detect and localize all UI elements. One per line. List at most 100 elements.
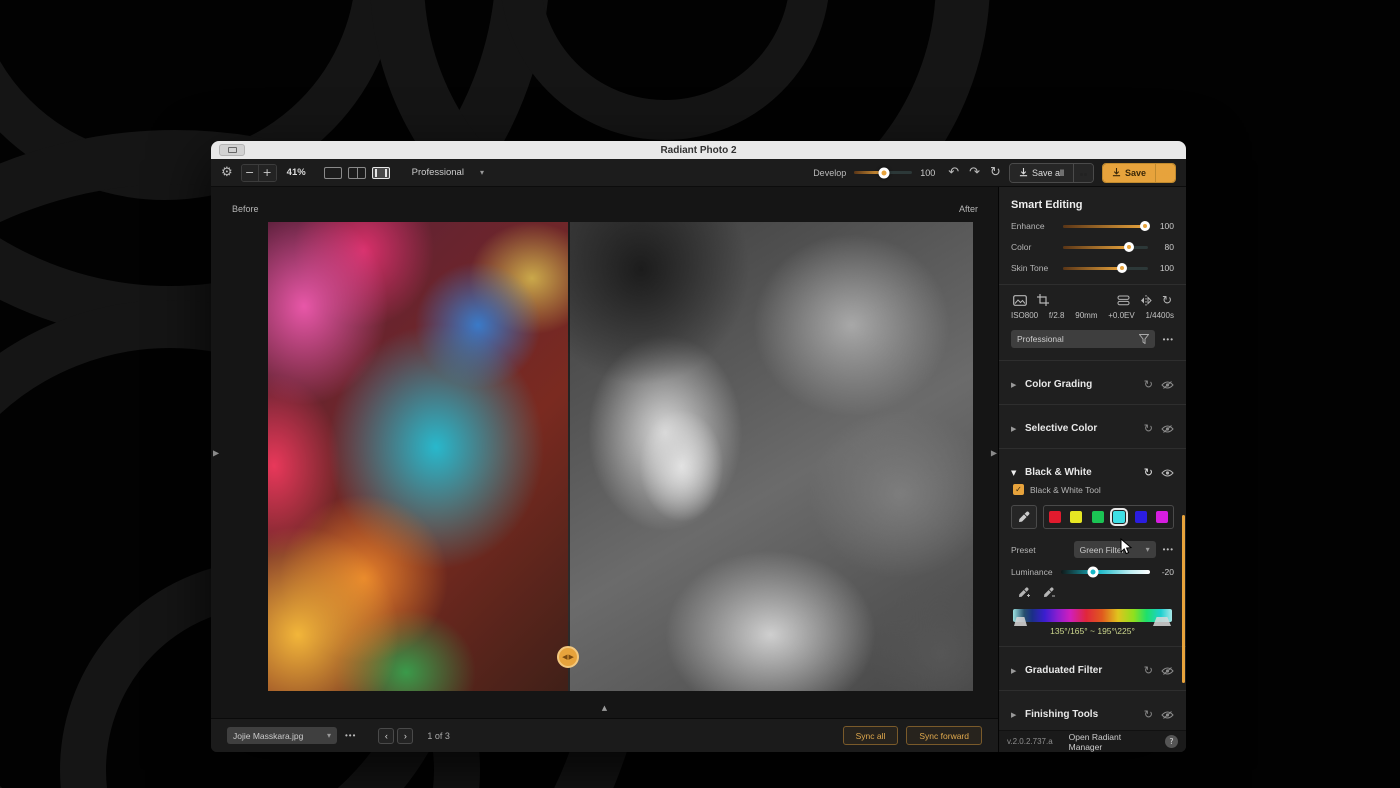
- split-view-icon[interactable]: [348, 167, 366, 179]
- reset-all-icon[interactable]: ↻: [990, 165, 1001, 180]
- preset-more-icon[interactable]: •••: [1163, 335, 1174, 344]
- save-options-icon[interactable]: [1155, 164, 1175, 182]
- flip-icon[interactable]: [1140, 295, 1152, 306]
- section-reset-icon[interactable]: ↻: [1144, 467, 1153, 478]
- develop-slider-label: Develop: [813, 168, 846, 178]
- enhance-value: 100: [1148, 221, 1174, 231]
- hue-range-bar[interactable]: [1013, 609, 1172, 622]
- rotate-icon[interactable]: ↻: [1162, 293, 1172, 307]
- bw-luminance-row: Luminance -20: [1011, 567, 1174, 577]
- section-selective-color[interactable]: ▶ Selective Color ↻: [1011, 413, 1174, 444]
- visibility-eye-off-icon[interactable]: [1161, 666, 1174, 676]
- preset-filter-select[interactable]: Professional: [1011, 330, 1155, 348]
- bw-tool-checkbox[interactable]: ✓: [1013, 484, 1024, 495]
- develop-slider-thumb[interactable]: [879, 167, 890, 178]
- save-all-label: Save all: [1032, 168, 1064, 178]
- mode-select[interactable]: Professional ▾: [412, 167, 484, 178]
- swatch-blue[interactable]: [1135, 511, 1147, 523]
- section-finishing-tools[interactable]: ▶ Finishing Tools ↻: [1011, 699, 1174, 730]
- save-button[interactable]: Save: [1103, 164, 1155, 182]
- chevron-down-icon: ▾: [480, 168, 484, 177]
- image-viewport: Before After ◀ ▶ ▶ ▶ ▲: [211, 187, 998, 718]
- window-control-button[interactable]: [219, 144, 245, 156]
- sync-all-button[interactable]: Sync all: [843, 726, 899, 745]
- visibility-eye-off-icon[interactable]: [1161, 424, 1174, 434]
- chevron-down-icon: ▾: [327, 731, 331, 740]
- slider-thumb[interactable]: [1124, 242, 1134, 252]
- skin-tone-label: Skin Tone: [1011, 263, 1063, 273]
- open-radiant-manager-link[interactable]: Open Radiant Manager: [1069, 732, 1157, 752]
- visibility-eye-off-icon[interactable]: [1161, 710, 1174, 720]
- swatch-yellow[interactable]: [1070, 511, 1082, 523]
- skin-tone-value: 100: [1148, 263, 1174, 273]
- section-reset-icon[interactable]: ↻: [1144, 665, 1153, 676]
- photo-canvas[interactable]: ◀ ▶: [268, 222, 973, 691]
- slider-fill: [1063, 225, 1145, 228]
- visibility-eye-icon[interactable]: [1161, 468, 1174, 478]
- bw-preset-more-icon[interactable]: •••: [1163, 545, 1174, 554]
- bw-swatch-row: [1011, 505, 1174, 529]
- section-graduated-filter[interactable]: ▶ Graduated Filter ↻: [1011, 655, 1174, 686]
- chevron-down-icon: ▾: [1146, 545, 1150, 554]
- file-name: Jojie Masskara.jpg: [233, 731, 303, 741]
- color-slider[interactable]: [1063, 246, 1148, 249]
- zoom-out-button[interactable]: −: [242, 165, 259, 181]
- zoom-in-button[interactable]: +: [259, 165, 276, 181]
- filmstrip-toggle-icon[interactable]: ▲: [602, 704, 607, 712]
- save-all-options-icon[interactable]: [1073, 164, 1093, 182]
- slider-thumb[interactable]: [1140, 221, 1150, 231]
- luminance-slider[interactable]: [1061, 570, 1150, 574]
- luminance-thumb[interactable]: [1088, 567, 1099, 578]
- section-black-white[interactable]: ▼ Black & White ↻: [1011, 457, 1174, 484]
- develop-slider[interactable]: [854, 171, 912, 174]
- swatch-magenta[interactable]: [1156, 511, 1168, 523]
- hue-range-caption: 135°/165° ~ 195°\225°: [1011, 626, 1174, 636]
- section-reset-icon[interactable]: ↻: [1144, 709, 1153, 720]
- compare-split-line: [568, 222, 570, 691]
- eyedropper-button[interactable]: [1011, 505, 1037, 529]
- slider-thumb[interactable]: [1117, 263, 1127, 273]
- download-icon: [1019, 168, 1028, 177]
- eyedropper-plus-icon[interactable]: [1017, 586, 1030, 599]
- chevron-right-icon: ▶: [1011, 425, 1025, 433]
- visibility-eye-off-icon[interactable]: [1161, 380, 1174, 390]
- compare-split-handle[interactable]: ◀ ▶: [557, 646, 579, 668]
- file-more-icon[interactable]: •••: [345, 731, 356, 740]
- image-icon[interactable]: [1013, 295, 1027, 306]
- settings-gear-icon[interactable]: ⚙: [221, 166, 233, 179]
- previous-image-button[interactable]: ‹: [378, 728, 394, 744]
- redo-icon[interactable]: ↷: [969, 165, 980, 180]
- edit-panel: Smart Editing Enhance 100 Color 80: [999, 187, 1186, 752]
- eyedropper-minus-icon[interactable]: [1042, 586, 1055, 599]
- undo-icon[interactable]: ↶: [948, 165, 959, 180]
- section-reset-icon[interactable]: ↻: [1144, 423, 1153, 434]
- sync-forward-button[interactable]: Sync forward: [906, 726, 982, 745]
- section-color-grading[interactable]: ▶ Color Grading ↻: [1011, 369, 1174, 400]
- skin-tone-slider[interactable]: [1063, 267, 1148, 270]
- help-icon[interactable]: ?: [1165, 735, 1178, 748]
- next-image-button[interactable]: ›: [397, 728, 413, 744]
- file-nav: ‹ ›: [378, 728, 413, 744]
- swatch-cyan-selected[interactable]: [1113, 511, 1125, 523]
- mode-select-value: Professional: [412, 167, 464, 178]
- bw-preset-select[interactable]: Green Filter ▾: [1074, 541, 1156, 558]
- hue-dropper-row: [1017, 586, 1174, 599]
- compare-view-icon[interactable]: [372, 167, 390, 179]
- slider-row: Enhance 100: [1011, 221, 1174, 231]
- version-text: v.2.0.2.737.a: [1007, 737, 1053, 746]
- swatch-red[interactable]: [1049, 511, 1061, 523]
- save-all-button[interactable]: Save all: [1010, 164, 1073, 182]
- swatch-green[interactable]: [1092, 511, 1104, 523]
- file-select[interactable]: Jojie Masskara.jpg ▾: [227, 727, 337, 744]
- section-reset-icon[interactable]: ↻: [1144, 379, 1153, 390]
- left-panel-expand-icon[interactable]: ▶: [213, 448, 219, 457]
- crop-icon[interactable]: [1037, 294, 1049, 306]
- before-label: Before: [232, 204, 259, 214]
- photo-after-half: [568, 222, 973, 691]
- right-panel-collapse-icon[interactable]: ▶: [991, 448, 997, 457]
- enhance-slider[interactable]: [1063, 225, 1148, 228]
- split-compare-icon[interactable]: [1117, 295, 1130, 306]
- single-view-icon[interactable]: [324, 167, 342, 179]
- panel-scrollbar[interactable]: [1182, 515, 1185, 683]
- slider-fill: [1063, 267, 1122, 270]
